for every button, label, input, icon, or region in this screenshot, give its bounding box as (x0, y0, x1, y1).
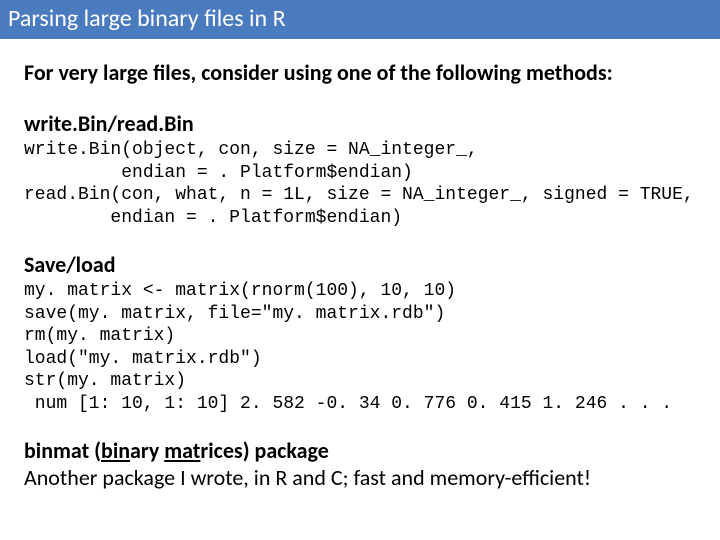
footer-pkg-prefix: binmat ( (24, 437, 101, 464)
lead-paragraph: For very large files, consider using one… (24, 59, 696, 86)
footer-pkg-u1: bin (101, 437, 130, 464)
footer-line-2: Another package I wrote, in R and C; fas… (24, 464, 696, 491)
footer-pkg-u2: mat (164, 437, 200, 464)
footer-pkg-mid2: rices) package (200, 437, 328, 464)
section-heading-saveload: Save/load (24, 251, 696, 278)
slide: Parsing large binary files in R For very… (0, 0, 720, 540)
code-block-bin: write.Bin(object, con, size = NA_integer… (24, 139, 696, 229)
slide-title: Parsing large binary files in R (0, 0, 720, 39)
footer-line-1: binmat (binary matrices) package (24, 437, 696, 464)
section-heading-bin: write.Bin/read.Bin (24, 110, 696, 137)
code-block-saveload: my. matrix <- matrix(rnorm(100), 10, 10)… (24, 280, 696, 415)
slide-content: For very large files, consider using one… (0, 39, 720, 491)
footer-pkg-mid1: ary (130, 437, 164, 464)
